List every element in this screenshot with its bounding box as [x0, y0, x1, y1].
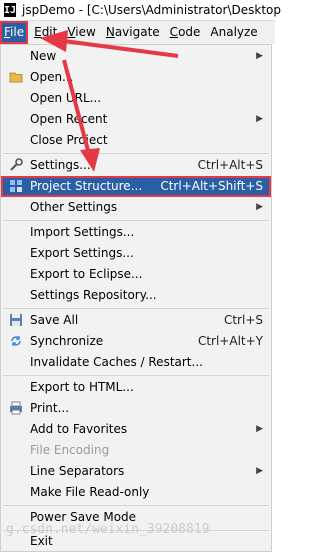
intellij-app-icon: IJ	[4, 3, 17, 17]
menu-item-settings[interactable]: Settings... Ctrl+Alt+S	[1, 155, 271, 176]
menu-item-open-recent[interactable]: Open Recent ▶	[1, 109, 271, 130]
menu-separator	[3, 153, 269, 154]
submenu-arrow-icon: ▶	[256, 114, 263, 124]
menu-item-new[interactable]: New ▶	[1, 46, 271, 67]
window-title: jspDemo - [C:\Users\Administrator\Deskto…	[22, 3, 281, 17]
menu-item-export-html[interactable]: Export to HTML...	[1, 377, 271, 398]
menu-item-synchronize[interactable]: Synchronize Ctrl+Alt+Y	[1, 331, 271, 352]
menu-item-export-settings[interactable]: Export Settings...	[1, 243, 271, 264]
submenu-arrow-icon: ▶	[256, 202, 263, 212]
menu-item-import-settings[interactable]: Import Settings...	[1, 222, 271, 243]
menu-code[interactable]: Code	[166, 21, 205, 44]
synchronize-icon	[11, 336, 21, 346]
project-structure-icon	[10, 180, 22, 192]
menu-item-save-all[interactable]: Save All Ctrl+S	[1, 310, 271, 331]
menu-item-project-structure[interactable]: Project Structure... Ctrl+Alt+Shift+S	[1, 176, 271, 197]
file-menu-dropdown: New ▶ Open... Open URL... Open Recent ▶ …	[0, 44, 272, 552]
menu-item-make-read-only[interactable]: Make File Read-only	[1, 482, 271, 503]
menu-separator	[3, 308, 269, 309]
menu-navigate[interactable]: Navigate	[102, 21, 164, 44]
submenu-arrow-icon: ▶	[256, 466, 263, 476]
watermark: g.csdn.net/weixin_39208819	[6, 522, 210, 537]
menu-item-close-project[interactable]: Close Project	[1, 130, 271, 151]
menu-edit[interactable]: Edit	[30, 21, 61, 44]
menubar: File Edit View Navigate Code Analyze	[0, 21, 275, 44]
menu-analyze[interactable]: Analyze	[206, 21, 261, 44]
menu-item-other-settings[interactable]: Other Settings ▶	[1, 197, 271, 218]
menu-item-open[interactable]: Open...	[1, 67, 271, 88]
menu-item-open-url[interactable]: Open URL...	[1, 88, 271, 109]
folder-icon	[9, 72, 23, 83]
save-icon	[10, 314, 22, 326]
menu-separator	[3, 505, 269, 506]
printer-icon	[10, 401, 22, 415]
menu-item-file-encoding: File Encoding	[30, 443, 110, 457]
menu-view[interactable]: View	[63, 21, 99, 44]
menu-file[interactable]: File	[0, 21, 29, 44]
submenu-arrow-icon: ▶	[256, 51, 263, 61]
menu-item-export-eclipse[interactable]: Export to Eclipse...	[1, 264, 271, 285]
menu-item-print[interactable]: Print...	[1, 398, 271, 419]
menu-separator	[3, 220, 269, 221]
menu-item-settings-repository[interactable]: Settings Repository...	[1, 285, 271, 306]
menu-separator	[3, 375, 269, 376]
menu-item-line-separators[interactable]: Line Separators ▶	[1, 461, 271, 482]
window-titlebar: IJ jspDemo - [C:\Users\Administrator\Des…	[0, 0, 281, 21]
menu-item-invalidate-caches[interactable]: Invalidate Caches / Restart...	[1, 352, 271, 373]
submenu-arrow-icon: ▶	[256, 424, 263, 434]
menu-item-add-to-favorites[interactable]: Add to Favorites ▶	[1, 419, 271, 440]
wrench-icon	[10, 158, 23, 171]
